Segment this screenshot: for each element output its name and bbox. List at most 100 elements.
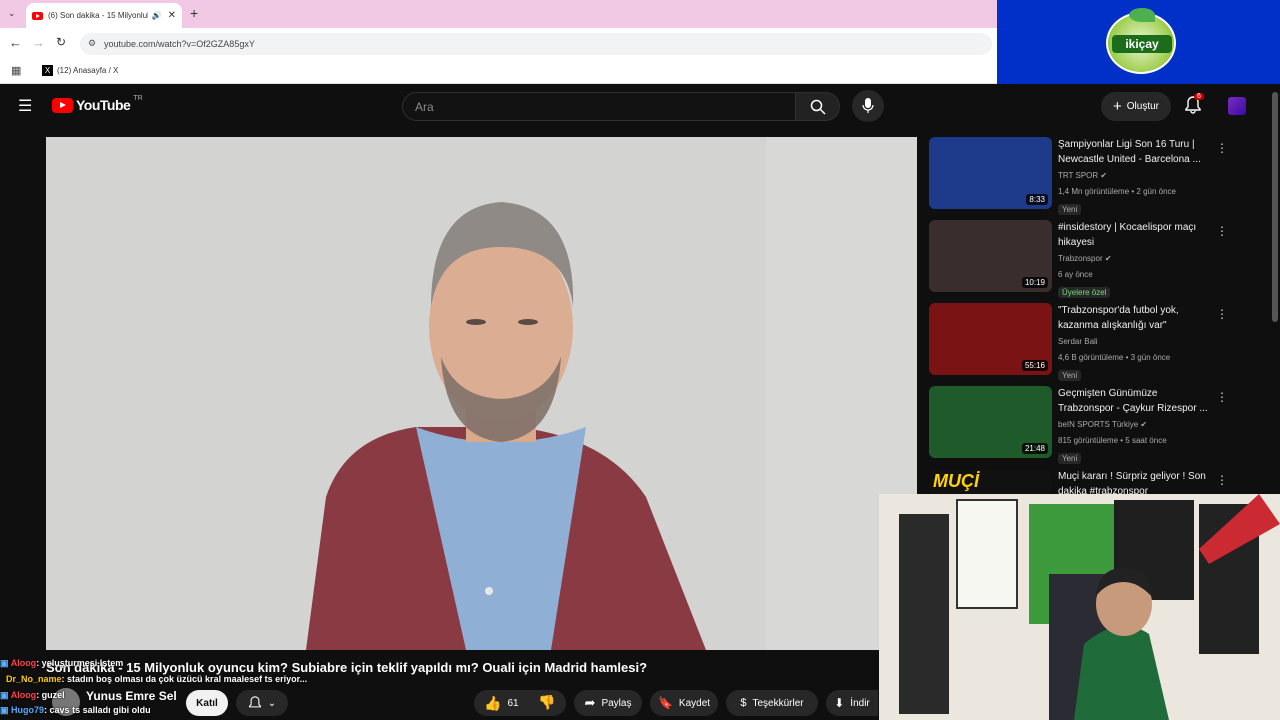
channel-name[interactable]: Yunus Emre Sel (86, 689, 177, 703)
channel-name[interactable]: Serdar Bali (1058, 335, 1208, 349)
sidebar-video-1[interactable]: 8:33 Şampiyonlar Ligi Son 16 Turu | Newc… (929, 137, 1229, 217)
tab-search-icon[interactable]: ⌄ (8, 8, 16, 19)
avatar[interactable] (1228, 97, 1246, 115)
x-logo-icon: X (42, 65, 53, 76)
channel-name[interactable]: Trabzonspor (1058, 254, 1103, 263)
speaker-icon[interactable]: 🔊 (152, 11, 162, 20)
channel-name[interactable]: TRT SPOR (1058, 171, 1098, 180)
browser-tabstrip: ⌄ (6) Son dakika - 15 Milyonluk 🔊 ✕ + (0, 0, 997, 28)
webcam-scene (879, 494, 1280, 720)
chat-message: Dr_No_name: stadın boş olması da çok üzü… (6, 674, 307, 684)
thanks-icon: $ (740, 697, 747, 709)
chat-text: : guzel (36, 690, 65, 700)
duration-badge: 10:19 (1021, 277, 1048, 288)
bookmarks-bar: ▦ X (12) Anasayfa / X (0, 58, 997, 84)
download-icon: ⬇ (834, 696, 845, 710)
search-button[interactable] (795, 92, 840, 121)
video-title[interactable]: Şampiyonlar Ligi Son 16 Turu | Newcastle… (1058, 137, 1208, 167)
site-info-icon[interactable]: ⚙ (88, 38, 96, 49)
video-title[interactable]: Muçi kararı ! Sürpriz geliyor ! Son daki… (1058, 469, 1208, 494)
leaf-icon (1129, 8, 1155, 22)
like-icon[interactable]: 👍 (484, 695, 501, 712)
video-title[interactable]: "Trabzonspor'da futbol yok, kazanma alış… (1058, 303, 1208, 333)
share-button[interactable]: ➦ Paylaş (574, 690, 642, 716)
youtube-logo-text: YouTube (76, 97, 131, 113)
create-label: Oluştur (1126, 101, 1159, 112)
sponsor-logo-panel: ikiçay (997, 0, 1280, 84)
youtube-logo[interactable]: YouTube TR (52, 95, 143, 113)
new-tab-button[interactable]: + (190, 5, 198, 21)
search-icon (810, 99, 826, 115)
video-thumbnail[interactable]: 55:16 (929, 303, 1052, 375)
like-dislike-group: 👍 61 👎 (474, 690, 566, 716)
save-button[interactable]: 🔖 Kaydet (650, 690, 718, 716)
chat-text: : stadın boş olması da çok üzücü kral ma… (61, 674, 308, 684)
sidebar-video-2[interactable]: 10:19 #insidestory | Kocaelispor maçı hi… (929, 220, 1229, 300)
more-options-icon[interactable]: ⋮ (1216, 307, 1228, 321)
video-thumbnail[interactable]: 8:33 (929, 137, 1052, 209)
video-title-heading: Son dakika - 15 Milyonluk oyuncu kim? Su… (46, 660, 648, 675)
like-count: 61 (507, 697, 519, 709)
save-label: Kaydet (678, 697, 711, 709)
menu-icon[interactable]: ☰ (18, 96, 32, 116)
more-options-icon[interactable]: ⋮ (1216, 141, 1228, 155)
plus-icon: + (1113, 98, 1122, 115)
youtube-play-logo-icon (52, 97, 73, 113)
more-options-icon[interactable]: ⋮ (1216, 224, 1228, 238)
apps-grid-icon[interactable]: ▦ (11, 64, 21, 77)
chat-platform-icon: ▣ (0, 705, 9, 715)
chat-user: Dr_No_name (6, 674, 62, 684)
sidebar-video-5[interactable]: MUÇİ KARARI Muçi kararı ! Sürpriz geliyo… (929, 469, 1229, 494)
channel-name[interactable]: beIN SPORTS Türkiye (1058, 420, 1138, 429)
subscription-button[interactable]: ⌄ (236, 690, 288, 716)
new-badge: Yeni (1058, 204, 1082, 215)
youtube-favicon-icon (32, 11, 43, 20)
chat-user: Aloog (10, 658, 37, 668)
more-options-icon[interactable]: ⋮ (1216, 473, 1228, 487)
tab-close-icon[interactable]: ✕ (168, 10, 176, 21)
video-frame (46, 137, 917, 650)
download-button[interactable]: ⬇ İndir (826, 690, 878, 716)
back-icon[interactable]: ← (9, 35, 22, 50)
chat-platform-icon: ▣ (0, 690, 9, 700)
create-button[interactable]: + Oluştur (1101, 92, 1171, 121)
chat-message: ▣ Hugo79: cavs ts salladı gibi oldu (0, 705, 151, 716)
browser-tab-active[interactable]: (6) Son dakika - 15 Milyonluk 🔊 ✕ (26, 3, 182, 28)
sidebar-video-3[interactable]: 55:16 "Trabzonspor'da futbol yok, kazanm… (929, 303, 1229, 383)
url-field[interactable]: ⚙ youtube.com/watch?v=Of2GZA85gxY (80, 33, 992, 55)
video-thumbnail[interactable]: 10:19 (929, 220, 1052, 292)
bookmark-icon: 🔖 (657, 696, 673, 710)
sidebar-video-4[interactable]: 21:48 Geçmişten Günümüze Trabzonspor - Ç… (929, 386, 1229, 466)
video-stats: 4,6 B görüntüleme • 3 gün önce (1058, 353, 1171, 362)
join-button[interactable]: Katıl (186, 690, 228, 716)
notifications-button[interactable]: 6 (1185, 93, 1205, 116)
more-options-icon[interactable]: ⋮ (1216, 390, 1228, 404)
new-badge: Yeni (1058, 370, 1082, 381)
new-badge: Yeni (1058, 453, 1082, 464)
scrollbar[interactable] (1272, 92, 1278, 322)
share-icon: ➦ (584, 695, 596, 710)
bookmark-x[interactable]: X (12) Anasayfa / X (42, 65, 118, 76)
bookmark-label: (12) Anasayfa / X (57, 66, 119, 75)
chat-text: : yeluşturmesi lstem (36, 658, 124, 668)
voice-search-button[interactable] (852, 90, 884, 122)
chat-platform-icon: ▣ (0, 658, 9, 668)
chevron-down-icon: ⌄ (267, 697, 277, 709)
chat-message: ▣ Aloog: guzel (0, 690, 65, 701)
thanks-button[interactable]: $ Teşekkürler (726, 690, 818, 716)
video-thumbnail[interactable]: MUÇİ KARARI (929, 469, 1052, 494)
video-title[interactable]: #insidestory | Kocaelispor maçı hikayesi (1058, 220, 1208, 250)
video-title[interactable]: Geçmişten Günümüze Trabzonspor - Çaykur … (1058, 386, 1208, 416)
forward-icon[interactable]: → (32, 35, 45, 50)
reload-icon[interactable]: ↻ (56, 35, 66, 49)
verified-icon: ✔ (1100, 171, 1108, 180)
join-label: Katıl (196, 697, 218, 709)
video-stats: 815 görüntüleme • 5 saat önce (1058, 436, 1167, 445)
search-input[interactable]: Ara (402, 92, 796, 121)
video-player[interactable] (46, 137, 917, 650)
dislike-icon[interactable]: 👎 (538, 694, 555, 711)
microphone-icon (862, 98, 874, 113)
members-only-badge: Üyelere özel (1058, 287, 1111, 298)
thumbnail-text: MUÇİ KARARI (933, 471, 1003, 494)
video-thumbnail[interactable]: 21:48 (929, 386, 1052, 458)
